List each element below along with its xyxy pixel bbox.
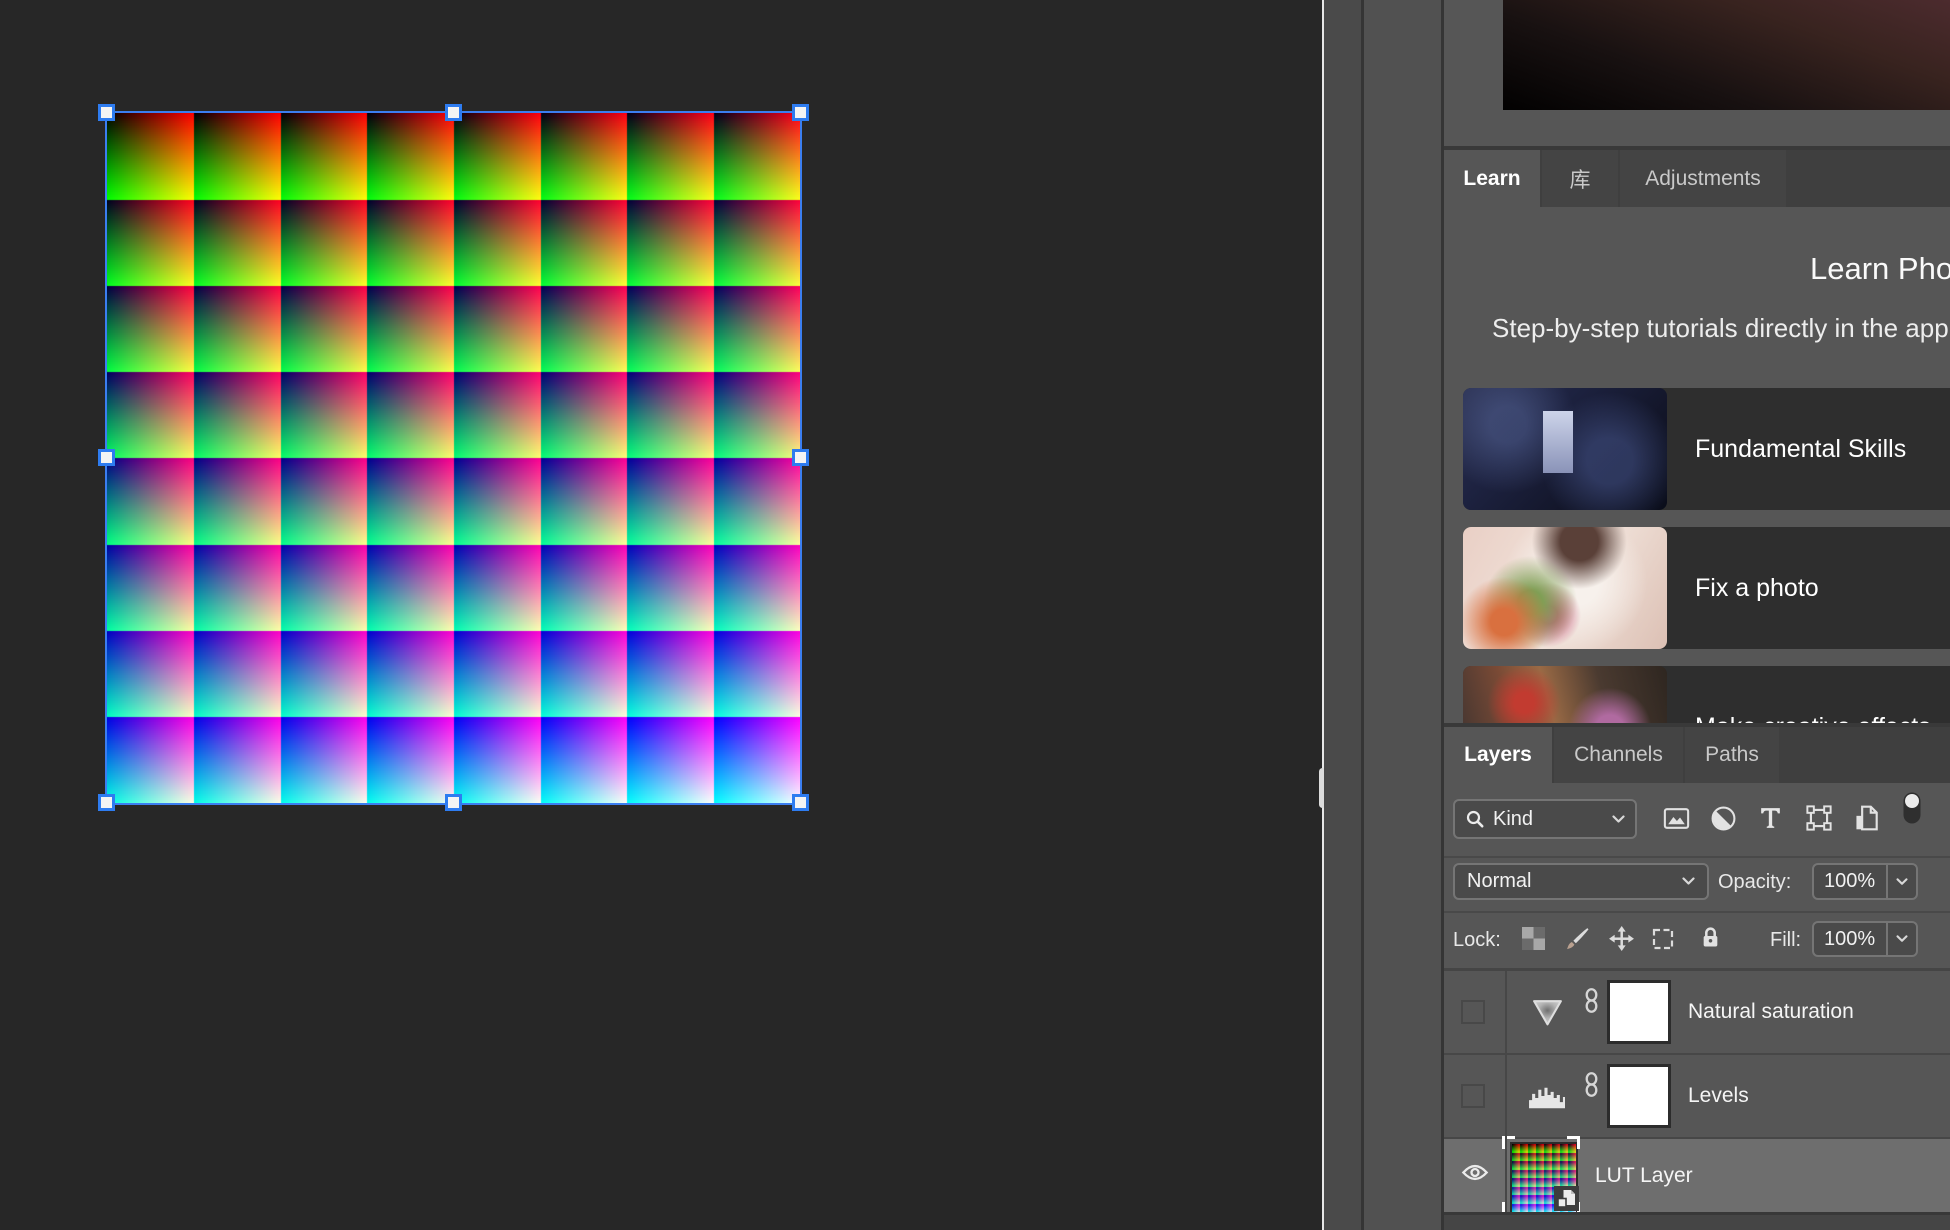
document-canvas[interactable] (0, 0, 1322, 1230)
tutorial-card-image (1463, 527, 1667, 649)
visibility-eye-icon[interactable] (1461, 1163, 1489, 1182)
lock-position-icon[interactable] (1608, 925, 1635, 952)
fill-value: 100% (1824, 928, 1875, 951)
thumbnail-bracket (1567, 1136, 1580, 1149)
tab-paths[interactable]: Paths (1685, 727, 1779, 783)
search-icon (1465, 809, 1485, 829)
smart-object-filter-icon[interactable] (1853, 804, 1881, 832)
layers-panel-tabbar: Layers Channels Paths (1444, 727, 1950, 783)
chevron-down-icon (1612, 815, 1625, 824)
tutorial-card-make-creative-effects[interactable]: Make creative effects (1463, 666, 1950, 723)
learn-panel: Learn Photoshop Step-by-step tutorials d… (1444, 207, 1950, 723)
mask-link-icon[interactable] (1583, 988, 1600, 1013)
layer-row-levels[interactable]: Levels (1444, 1055, 1950, 1137)
shape-layer-filter-icon[interactable] (1805, 804, 1833, 832)
opacity-dropdown-chevron[interactable] (1886, 865, 1916, 898)
layer-row-lut-layer[interactable]: LUT Layer (1444, 1139, 1950, 1212)
visibility-checkbox-empty[interactable] (1461, 1084, 1485, 1108)
lock-all-icon[interactable] (1700, 924, 1721, 950)
transform-handle-bottom-right[interactable] (792, 794, 809, 811)
transform-selection-border (105, 111, 802, 805)
smart-object-badge-icon (1554, 1186, 1579, 1211)
filter-toggle[interactable] (1902, 791, 1922, 825)
tab-adjustments[interactable]: Adjustments (1620, 150, 1786, 207)
toolbar-separator (1444, 856, 1950, 858)
learn-panel-tabbar: Learn 库 Adjustments (1444, 150, 1950, 207)
lock-artboard-icon[interactable] (1651, 927, 1675, 951)
tutorial-card-image (1463, 388, 1667, 510)
tab-channels[interactable]: Channels (1554, 727, 1683, 783)
mask-link-icon[interactable] (1583, 1072, 1600, 1097)
blend-mode-dropdown[interactable]: Normal (1453, 863, 1709, 900)
transform-handle-top-right[interactable] (792, 104, 809, 121)
layer-mask-thumbnail[interactable] (1607, 980, 1671, 1044)
fill-label: Fill: (1770, 929, 1801, 952)
learn-subheading: Step-by-step tutorials directly in the a… (1492, 313, 1949, 344)
transform-handle-top-center[interactable] (445, 104, 462, 121)
panel-dock-gutter-2 (1364, 0, 1441, 1230)
layer-row-natural-saturation[interactable]: Natural saturation (1444, 971, 1950, 1053)
transform-handle-middle-right[interactable] (792, 449, 809, 466)
opacity-field[interactable]: 100% (1812, 863, 1918, 900)
transform-handle-middle-left[interactable] (98, 449, 115, 466)
eye-column-divider (1505, 971, 1507, 1212)
layers-panel-footer (1444, 1212, 1950, 1230)
visibility-checkbox-empty[interactable] (1461, 1000, 1485, 1024)
kind-dropdown-value: Kind (1493, 808, 1533, 831)
chevron-down-icon (1682, 877, 1695, 886)
tutorial-card-fundamental-skills[interactable]: Fundamental Skills (1463, 388, 1950, 510)
fill-field[interactable]: 100% (1812, 921, 1918, 957)
toolbar-separator (1444, 911, 1950, 913)
tutorial-card-fix-a-photo[interactable]: Fix a photo (1463, 527, 1950, 649)
tutorial-card-image (1463, 666, 1667, 723)
panel-preview-image (1503, 0, 1950, 110)
tab-layers[interactable]: Layers (1444, 727, 1552, 783)
opacity-label: Opacity: (1718, 871, 1791, 894)
tab-libraries[interactable]: 库 (1542, 150, 1618, 207)
layers-panel: Kind Normal Op (1444, 783, 1950, 1230)
lock-transparency-icon[interactable] (1522, 927, 1545, 950)
type-layer-filter-icon[interactable] (1757, 804, 1784, 831)
learn-heading: Learn Photoshop (1810, 251, 1950, 287)
layer-filter-kind-dropdown[interactable]: Kind (1453, 799, 1637, 839)
lock-paint-icon[interactable] (1564, 925, 1591, 952)
transform-handle-bottom-center[interactable] (445, 794, 462, 811)
tutorial-card-title: Fix a photo (1695, 527, 1819, 649)
panel-column: Learn 库 Adjustments Learn Photoshop Step… (1444, 0, 1950, 1230)
vibrance-adjustment-icon[interactable] (1531, 998, 1564, 1027)
fill-dropdown-chevron[interactable] (1886, 923, 1916, 955)
tutorial-card-title: Make creative effects (1695, 666, 1931, 723)
tutorial-card-title: Fundamental Skills (1695, 388, 1906, 510)
layer-name: Natural saturation (1688, 1000, 1854, 1024)
tutorial-card-clip-region: Make creative effects (1444, 666, 1950, 723)
transform-handle-top-left[interactable] (98, 104, 115, 121)
layer-name: LUT Layer (1595, 1164, 1693, 1188)
transform-handle-bottom-left[interactable] (98, 794, 115, 811)
layer-name: Levels (1688, 1084, 1749, 1108)
pixel-layer-filter-icon[interactable] (1663, 805, 1690, 832)
tab-learn[interactable]: Learn (1444, 150, 1540, 207)
levels-adjustment-icon[interactable] (1528, 1085, 1565, 1109)
blend-mode-value: Normal (1467, 870, 1531, 893)
opacity-value: 100% (1824, 870, 1875, 893)
panel-dock-gutter (1324, 0, 1361, 1230)
thumbnail-bracket (1502, 1136, 1515, 1149)
lock-label: Lock: (1453, 929, 1501, 952)
layer-mask-thumbnail[interactable] (1607, 1064, 1671, 1128)
adjustment-layer-filter-icon[interactable] (1710, 805, 1737, 832)
